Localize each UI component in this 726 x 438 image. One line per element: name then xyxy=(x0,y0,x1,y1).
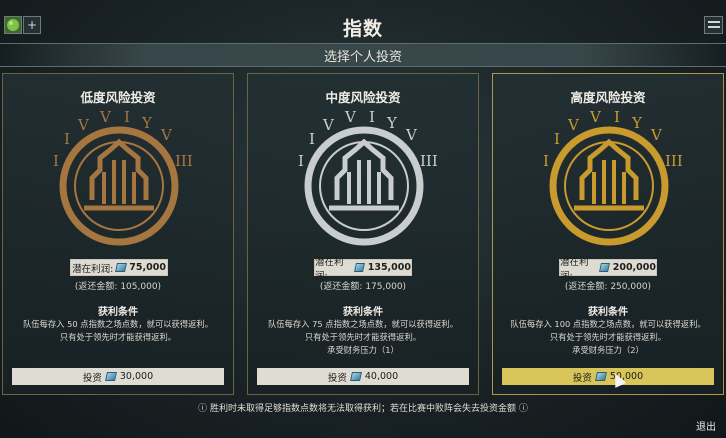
svg-text:I: I xyxy=(543,152,549,170)
condition-line: 只有处于领先时才能获得返利。 xyxy=(59,332,177,342)
svg-text:I: I xyxy=(369,108,375,126)
page-title: 指数 xyxy=(342,18,383,40)
conditions-title: 获利条件 xyxy=(98,307,138,318)
investment-card-high[interactable]: 高度风险投资 IIVV I Y V III 潜在利润: 200,000 (返还金额: … xyxy=(492,73,724,395)
condition-line: 只有处于领先时才能获得返利。 xyxy=(304,332,422,342)
investment-card-low[interactable]: 低度风险投资 IIVV I Y V III 潜在利润: 75,000 (返还金额: 1… xyxy=(2,73,234,395)
svg-text:I: I xyxy=(554,130,560,148)
svg-text:I: I xyxy=(53,152,59,170)
svg-text:V: V xyxy=(405,126,418,144)
conditions-title: 获利条件 xyxy=(588,307,628,318)
potential-profit: 潜在利润: 75,000 xyxy=(70,259,168,276)
svg-text:V: V xyxy=(99,108,112,126)
card-title: 中度风险投资 xyxy=(325,90,401,105)
svg-text:Y: Y xyxy=(386,114,398,132)
svg-text:Y: Y xyxy=(631,114,643,132)
svg-text:V: V xyxy=(160,126,173,144)
invest-button[interactable]: 投资 40,000 xyxy=(257,368,469,385)
page-subtitle: 选择个人投资 xyxy=(323,50,402,65)
condition-line: 队伍每存入 75 点指数之场点数，就可以获得返利。 xyxy=(267,319,459,329)
condition-line: 队伍每存入 100 点指数之场点数，就可以获得返利。 xyxy=(510,319,706,329)
credits-icon xyxy=(599,263,611,272)
invest-label: 投资 xyxy=(327,372,347,384)
profit-value: 200,000 xyxy=(612,262,656,273)
potential-profit: 潜在利润: 200,000 xyxy=(559,257,657,282)
profit-label: 潜在利润: xyxy=(560,256,589,282)
card-title: 低度风险投资 xyxy=(80,90,156,105)
invest-value: 40,000 xyxy=(364,371,399,382)
svg-text:V: V xyxy=(344,108,357,126)
credits-icon xyxy=(349,372,362,381)
profit-value: 135,000 xyxy=(367,262,411,273)
condition-line: 承受财务压力（1） xyxy=(327,345,399,355)
credits-icon xyxy=(594,372,607,381)
svg-text:V: V xyxy=(322,116,335,134)
invest-label: 投资 xyxy=(82,372,102,384)
invest-button[interactable]: 投资 50,000 xyxy=(502,368,714,385)
credits-icon xyxy=(115,263,128,272)
refund-amount: (返还金额: 105,000) xyxy=(74,282,162,292)
svg-text:Y: Y xyxy=(141,114,153,132)
potential-profit: 潜在利润: 135,000 xyxy=(314,257,412,282)
investment-card-medium[interactable]: 中度风险投资 IIVV I Y V III 潜在利润: 135,000 (返还金额: … xyxy=(247,73,479,395)
profit-label: 潜在利润: xyxy=(72,263,114,275)
svg-text:I: I xyxy=(124,108,130,126)
footer-note: ⓘ 胜利时未取得足够指数点数将无法取得获利；若在比赛中败阵会失去投资金额 ⓘ xyxy=(198,404,528,414)
svg-text:I: I xyxy=(614,108,620,126)
invest-button[interactable]: 投资 30,000 xyxy=(12,368,224,385)
profit-value: 75,000 xyxy=(129,262,166,273)
conditions-title: 获利条件 xyxy=(343,307,383,318)
invest-label: 投资 xyxy=(572,372,592,384)
svg-text:III: III xyxy=(665,152,683,170)
svg-text:V: V xyxy=(77,116,90,134)
card-title: 高度风险投资 xyxy=(570,90,646,105)
condition-line: 承受财务压力（2） xyxy=(572,345,644,355)
svg-text:V: V xyxy=(650,126,663,144)
svg-text:I: I xyxy=(309,130,315,148)
profit-label: 潜在利润: xyxy=(315,256,344,282)
svg-text:I: I xyxy=(298,152,304,170)
condition-line: 只有处于领先时才能获得返利。 xyxy=(549,332,667,342)
svg-text:V: V xyxy=(589,108,602,126)
invest-value: 30,000 xyxy=(119,371,154,382)
svg-text:III: III xyxy=(420,152,438,170)
credits-icon xyxy=(104,372,117,381)
refund-amount: (返还金额: 250,000) xyxy=(564,282,652,292)
exit-button[interactable]: 退出 xyxy=(696,418,716,433)
svg-text:V: V xyxy=(567,116,580,134)
condition-line: 队伍每存入 50 点指数之场点数，就可以获得返利。 xyxy=(22,319,214,329)
svg-text:III: III xyxy=(175,152,193,170)
svg-text:I: I xyxy=(64,130,70,148)
credits-icon xyxy=(354,263,366,272)
refund-amount: (返还金额: 175,000) xyxy=(319,282,407,292)
